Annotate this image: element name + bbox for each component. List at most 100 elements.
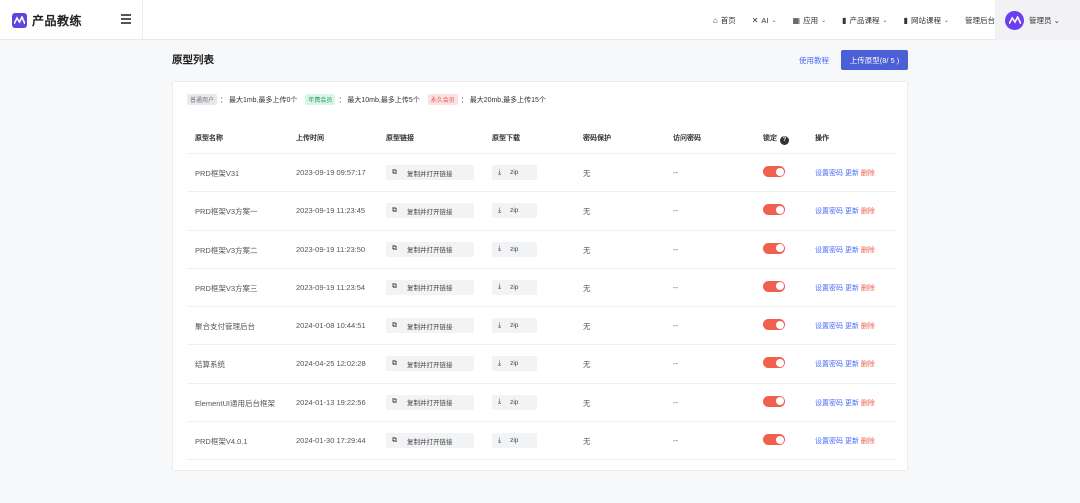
annual-member-quota: ： 最大10mb,最多上传5个 — [338, 96, 420, 104]
download-zip-button[interactable]: ⤓ zip — [492, 394, 537, 410]
copy-open-link-label: 复制并打开链接 — [407, 208, 453, 216]
table-row: PRD框架V3方案一 2023-09-19 11:23:45 ⧉ 复制并打开链接 ⤓ zi… — [187, 192, 897, 231]
copy-open-link-label: 复制并打开链接 — [407, 247, 453, 255]
copy-open-link-button[interactable]: ⧉ 复制并打开链接 — [386, 318, 474, 334]
lock-toggle[interactable] — [763, 242, 785, 254]
update-link[interactable]: 更新 — [845, 170, 859, 177]
delete-link[interactable]: 删除 — [861, 247, 875, 254]
copy-icon: ⧉ — [392, 245, 397, 253]
help-icon[interactable]: ? — [780, 136, 789, 145]
copy-open-link-button[interactable]: ⧉ 复制并打开链接 — [386, 165, 474, 180]
zip-label: zip — [510, 283, 519, 291]
update-link[interactable]: 更新 — [845, 323, 859, 330]
update-link[interactable]: 更新 — [845, 400, 859, 407]
column-header-time: 上传时间 — [296, 135, 324, 142]
copy-open-link-label: 复制并打开链接 — [407, 323, 453, 331]
download-zip-button[interactable]: ⤓ zip — [492, 165, 537, 180]
copy-icon: ⧉ — [392, 168, 397, 176]
delete-link[interactable]: 删除 — [861, 438, 875, 445]
row-actions: 设置密码 更新 删除 — [815, 359, 875, 369]
set-password-link[interactable]: 设置密码 — [815, 208, 843, 215]
nav-item-0[interactable]: ⌂ 首页 — [713, 15, 736, 26]
download-zip-button[interactable]: ⤓ zip — [492, 433, 537, 449]
admin-menu[interactable]: 管理员 ⌄ — [995, 0, 1080, 40]
copy-open-link-button[interactable]: ⧉ 复制并打开链接 — [386, 279, 474, 295]
download-zip-button[interactable]: ⤓ zip — [492, 203, 537, 219]
set-password-link[interactable]: 设置密码 — [815, 285, 843, 292]
download-zip-button[interactable]: ⤓ zip — [492, 279, 537, 295]
download-zip-button[interactable]: ⤓ zip — [492, 356, 537, 372]
lock-toggle[interactable] — [763, 204, 785, 216]
upload-prototype-button[interactable]: 上传原型(8/ 5 ) — [841, 50, 908, 70]
delete-link[interactable]: 删除 — [861, 208, 875, 215]
delete-link[interactable]: 删除 — [861, 400, 875, 407]
copy-open-link-button[interactable]: ⧉ 复制并打开链接 — [386, 241, 474, 257]
table-row: PRD框架V4.0.1 2024-01-30 17:29:44 ⧉ 复制并打开链接 ⤓ z… — [187, 422, 897, 461]
update-link[interactable]: 更新 — [845, 208, 859, 215]
set-password-link[interactable]: 设置密码 — [815, 247, 843, 254]
set-password-link[interactable]: 设置密码 — [815, 438, 843, 445]
prototype-list-card: 普通用户 ： 最大1mb,最多上传0个 年费会员 ： 最大10mb,最多上传5个… — [172, 81, 908, 471]
set-password-link[interactable]: 设置密码 — [815, 323, 843, 330]
update-link[interactable]: 更新 — [845, 438, 859, 445]
download-zip-button[interactable]: ⤓ zip — [492, 241, 537, 257]
copy-icon: ⧉ — [392, 398, 397, 406]
access-password-value: -- — [673, 168, 678, 177]
lifetime-member-badge: 永久会员 — [427, 94, 458, 105]
nav-item-1[interactable]: ✕ AI ⌄ — [752, 16, 777, 25]
zip-label: zip — [510, 360, 519, 368]
lock-toggle[interactable] — [763, 319, 785, 331]
admin-name: 管理员 ⌄ — [1029, 15, 1060, 25]
zip-label: zip — [510, 169, 519, 176]
copy-open-link-button[interactable]: ⧉ 复制并打开链接 — [386, 356, 474, 372]
menu-toggle-icon[interactable] — [121, 14, 131, 24]
chevron-down-icon: ⌄ — [771, 17, 777, 24]
annual-member-badge: 年费会员 — [305, 94, 336, 105]
delete-link[interactable]: 删除 — [861, 323, 875, 330]
access-password-value: -- — [673, 321, 678, 331]
access-password-value: -- — [673, 206, 678, 216]
table-row: ElementUI通用后台框架 2024-01-13 19:22:56 ⧉ 复制并打开… — [187, 384, 897, 423]
lock-toggle[interactable] — [763, 280, 785, 292]
row-actions: 设置密码 更新 删除 — [815, 321, 875, 331]
table-row: 聚合支付管理后台 2024-01-08 10:44:51 ⧉ 复制并打开链接 ⤓ zip 无… — [187, 307, 897, 346]
nav-item-5[interactable]: 管理后台 — [965, 15, 995, 26]
password-protect-value: 无 — [583, 360, 591, 370]
zip-label: zip — [510, 207, 519, 215]
nav-item-3[interactable]: ▮ 产品课程 ⌄ — [842, 15, 887, 26]
help-link[interactable]: 使用教程 — [799, 55, 829, 66]
copy-open-link-button[interactable]: ⧉ 复制并打开链接 — [386, 203, 474, 219]
update-link[interactable]: 更新 — [845, 247, 859, 254]
lock-toggle[interactable] — [763, 357, 785, 369]
update-link[interactable]: 更新 — [845, 285, 859, 292]
chevron-down-icon: ⌄ — [821, 17, 827, 24]
lock-toggle[interactable] — [763, 166, 785, 177]
lifetime-member-quota: ： 最大20mb,最多上传15个 — [460, 96, 546, 104]
home-icon: ⌂ — [712, 15, 718, 25]
lock-toggle[interactable] — [763, 395, 785, 407]
set-password-link[interactable]: 设置密码 — [815, 361, 843, 368]
row-actions: 设置密码 更新 删除 — [815, 436, 875, 446]
set-password-link[interactable]: 设置密码 — [815, 400, 843, 407]
chevron-down-icon: ⌄ — [943, 17, 949, 24]
nav-item-2[interactable]: ▦ 应用 ⌄ — [793, 15, 827, 26]
nav-item-4[interactable]: ▮ 网站课程 ⌄ — [904, 15, 949, 26]
tools-icon: ✕ — [751, 15, 759, 25]
set-password-link[interactable]: 设置密码 — [815, 170, 843, 177]
delete-link[interactable]: 删除 — [861, 285, 875, 292]
chevron-down-icon: ⌄ — [882, 17, 888, 24]
copy-open-link-button[interactable]: ⧉ 复制并打开链接 — [386, 394, 474, 410]
lock-toggle[interactable] — [763, 434, 785, 446]
copy-open-link-button[interactable]: ⧉ 复制并打开链接 — [386, 433, 474, 449]
row-actions: 设置密码 更新 删除 — [815, 283, 875, 293]
prototype-name: PRD框架V3方案三 — [195, 283, 258, 293]
delete-link[interactable]: 删除 — [861, 170, 875, 177]
row-actions: 设置密码 更新 删除 — [815, 398, 875, 408]
grid-icon: ▦ — [792, 15, 801, 25]
download-zip-button[interactable]: ⤓ zip — [492, 318, 537, 334]
prototype-name: 结算系统 — [195, 360, 225, 370]
update-link[interactable]: 更新 — [845, 361, 859, 368]
password-protect-value: 无 — [583, 169, 591, 178]
delete-link[interactable]: 删除 — [861, 361, 875, 368]
brand-name: 产品教练 — [32, 13, 83, 28]
